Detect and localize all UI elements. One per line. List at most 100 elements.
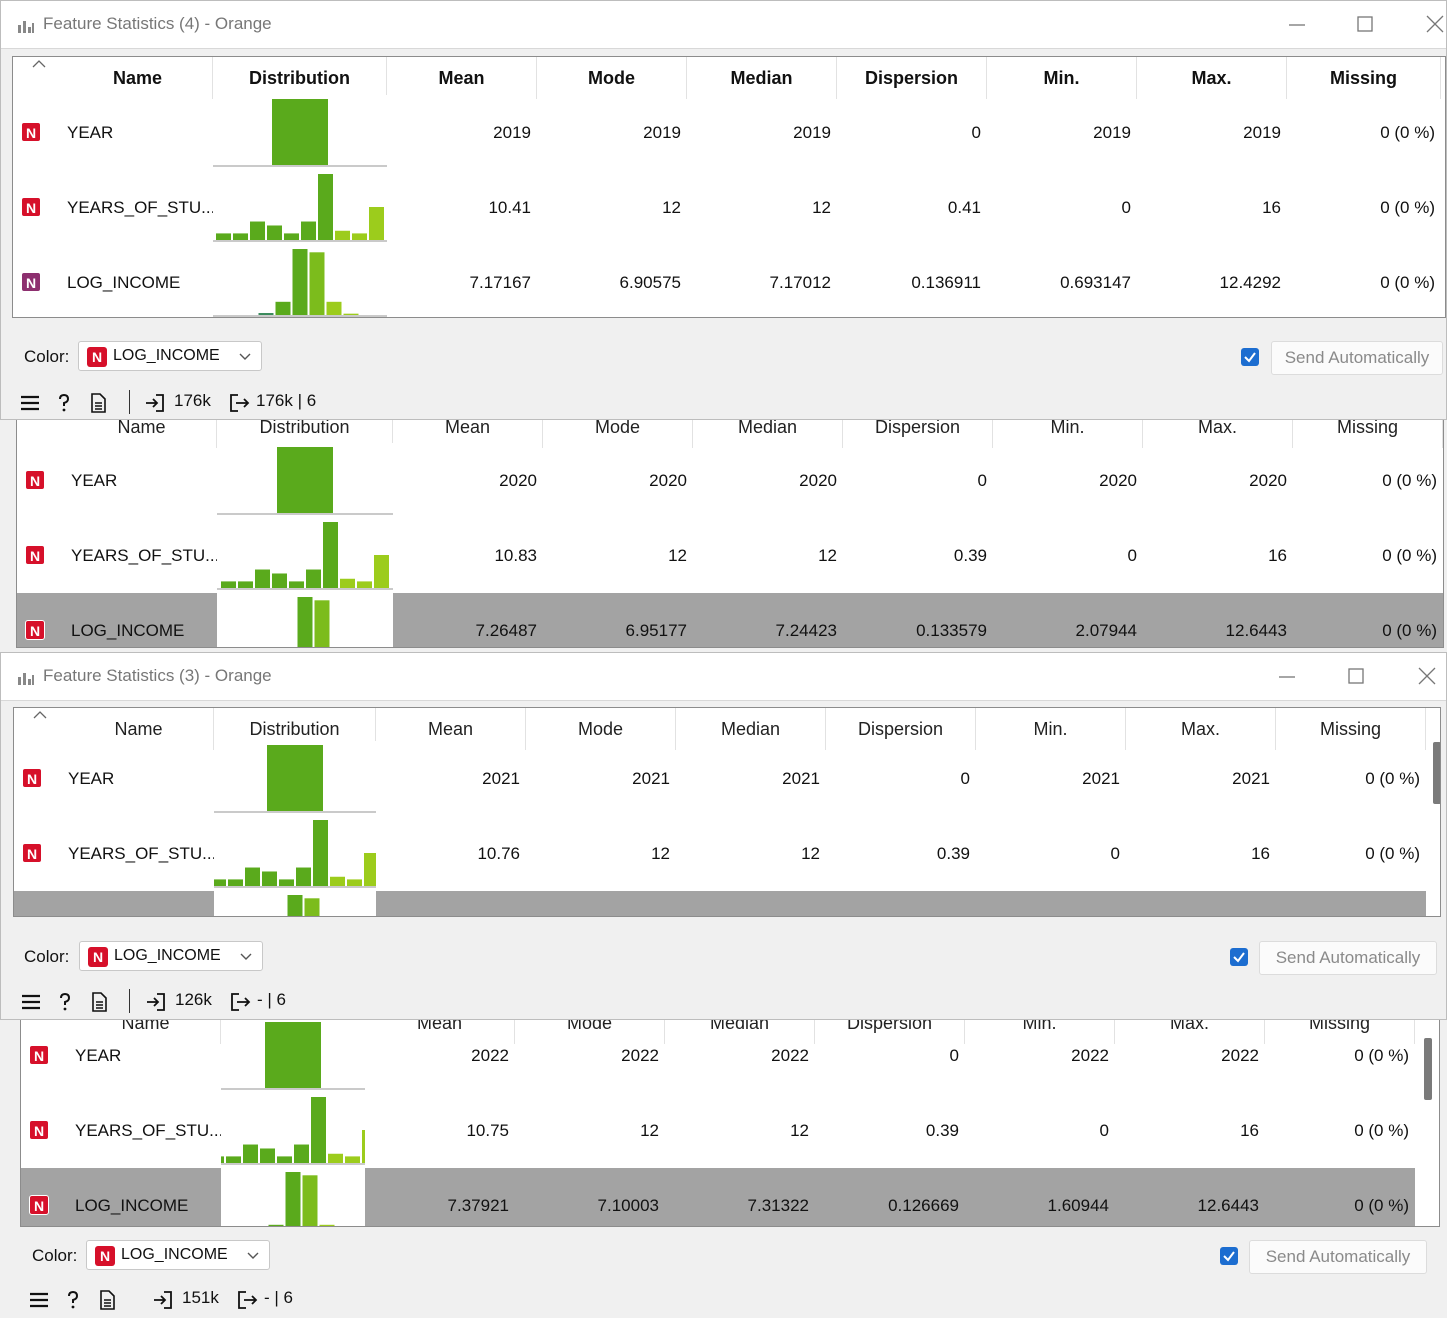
mean-value: 7.17167 — [469, 272, 531, 292]
report-icon[interactable] — [96, 1289, 118, 1311]
report-icon[interactable] — [88, 991, 110, 1013]
send-automatically-button[interactable]: Send Automatically — [1249, 1240, 1427, 1274]
feature-statistics-window-2022: NameDistributionMeanModeMedianDispersion… — [0, 1010, 1447, 1318]
missing-value: 0 (0 %) — [1382, 620, 1437, 640]
mode-value: 7.00307 — [526, 891, 676, 916]
hamburger-menu-icon[interactable] — [20, 991, 42, 1013]
histogram-bar — [292, 249, 308, 315]
help-icon[interactable] — [53, 392, 75, 414]
max-value: 2019 — [1243, 122, 1281, 142]
max-value: 16 — [1268, 545, 1287, 565]
color-combo[interactable]: N LOG_INCOME — [79, 941, 263, 971]
hamburger-menu-icon[interactable] — [19, 392, 41, 414]
histogram-bar — [265, 1022, 321, 1088]
status-bar: 126k - | 6 — [1, 985, 1446, 1019]
column-header-min[interactable]: Min. — [987, 57, 1137, 99]
histogram-bar — [328, 1153, 343, 1163]
median-value: 12 — [790, 1120, 809, 1140]
color-label: Color: — [24, 347, 70, 366]
column-header-missing[interactable]: Missing — [1287, 57, 1441, 99]
median-value: 2019 — [793, 122, 831, 142]
histogram-bar — [302, 1175, 318, 1226]
status-separator — [129, 390, 130, 414]
variable-name: YEARS_OF_STU... — [68, 843, 217, 863]
output-summary: - | 6 — [264, 1288, 293, 1307]
table-row[interactable]: N YEARS_OF_STU... 10.83 12 12 0.39 0 16 0 (0 %) — [17, 518, 1443, 593]
table-row[interactable]: N LOG_INCOME 7.26487 6.95177 7.24423 0.133579… — [17, 593, 1443, 647]
numeric-variable-icon: N — [88, 947, 108, 967]
column-header-name[interactable]: Name — [63, 57, 213, 99]
max-value: 16 — [1240, 1120, 1259, 1140]
max-value: 12.6443 — [1197, 1195, 1259, 1215]
dispersion-value: 0 — [977, 470, 987, 490]
variable-name: LOG_INCOME — [67, 272, 181, 292]
histogram-bar — [314, 600, 330, 647]
histogram-bar — [296, 867, 311, 886]
close-icon[interactable] — [1417, 9, 1447, 41]
table-row[interactable]: N LOG_INCOME 7.37921 7.10003 7.31322 0.126669… — [21, 1168, 1415, 1226]
table-scrollbar[interactable] — [1433, 742, 1440, 804]
minimize-icon[interactable] — [1279, 9, 1315, 41]
histogram-bar — [352, 233, 367, 240]
send-automatically-checkbox[interactable] — [1220, 1247, 1238, 1265]
mean-value: 2021 — [482, 768, 520, 788]
column-header-distribution[interactable]: Distribution — [213, 57, 387, 99]
median-value: 12 — [818, 545, 837, 565]
histogram-bar — [347, 879, 362, 886]
table-scrollbar[interactable] — [1424, 1038, 1432, 1100]
table-row[interactable]: NLOG_INCOME7.263647.003077.244230.129312… — [14, 891, 1426, 916]
column-header-median[interactable]: Median — [687, 57, 837, 99]
histogram-bar — [319, 1224, 335, 1226]
status-separator — [129, 989, 130, 1013]
distribution-histogram — [213, 245, 387, 317]
mode-value: 2022 — [621, 1045, 659, 1065]
table-row[interactable]: N LOG_INCOME 7.17167 6.90575 7.17012 0.136911… — [13, 245, 1441, 317]
maximize-icon[interactable] — [1338, 661, 1374, 693]
column-header-mode[interactable]: Mode — [537, 57, 687, 99]
send-automatically-checkbox[interactable] — [1230, 948, 1248, 966]
help-icon[interactable] — [62, 1289, 84, 1311]
table-row[interactable]: N YEAR 2019 2019 2019 0 2019 2019 0 (0 %) — [13, 95, 1441, 170]
distribution-histogram — [221, 1018, 365, 1093]
column-header-dispersion[interactable]: Dispersion — [837, 57, 987, 99]
mode-value: 6.95177 — [625, 620, 687, 640]
histogram-bar — [245, 867, 260, 886]
min-value: 1.60944 — [1047, 1195, 1109, 1215]
send-automatically-checkbox[interactable] — [1241, 348, 1259, 366]
histogram-bar — [221, 581, 236, 588]
control-area: Color: N LOG_INCOME Send Automatically — [1, 341, 1446, 381]
send-automatically-button[interactable]: Send Automatically — [1259, 941, 1437, 975]
distribution-histogram — [213, 170, 387, 245]
histogram-bar — [243, 1144, 258, 1163]
hamburger-menu-icon[interactable] — [28, 1289, 50, 1311]
output-arrow-icon — [238, 1291, 258, 1309]
numeric-variable-icon: N — [21, 197, 41, 217]
control-area: Color: N LOG_INCOME Send Automatically — [1, 941, 1446, 981]
column-header-max[interactable]: Max. — [1137, 57, 1287, 99]
table-row[interactable]: N YEARS_OF_STU... 10.76 12 12 0.39 0 16 0 (0 %) — [14, 816, 1426, 891]
send-automatically-button[interactable]: Send Automatically — [1271, 341, 1443, 375]
table-row[interactable]: N YEARS_OF_STU... 10.75 12 12 0.39 0 16 0 (0 %) — [21, 1093, 1415, 1168]
min-value: 0.693147 — [1060, 272, 1131, 292]
max-value: 2020 — [1249, 470, 1287, 490]
minimize-icon[interactable] — [1269, 661, 1305, 693]
table-row[interactable]: N YEAR 2020 2020 2020 0 2020 2020 0 (0 %) — [17, 443, 1443, 518]
maximize-icon[interactable] — [1347, 9, 1383, 41]
median-value: 7.24423 — [676, 891, 826, 916]
color-combo[interactable]: N LOG_INCOME — [86, 1240, 270, 1270]
color-combo[interactable]: N LOG_INCOME — [78, 341, 262, 371]
mode-value: 2021 — [632, 768, 670, 788]
output-summary: - | 6 — [257, 990, 286, 1009]
help-icon[interactable] — [54, 991, 76, 1013]
close-icon[interactable] — [1409, 661, 1445, 693]
table-row[interactable]: N YEARS_OF_STU... 10.41 12 12 0.41 0 16 0 (0 %) — [13, 170, 1441, 245]
table-row[interactable]: N YEAR 2021 2021 2021 0 2021 2021 0 (0 %) — [14, 741, 1426, 816]
mode-value: 7.10003 — [597, 1195, 659, 1215]
table-row[interactable]: N YEAR 2022 2022 2022 0 2022 2022 0 (0 %) — [21, 1018, 1415, 1093]
column-header-mean[interactable]: Mean — [387, 57, 537, 99]
histogram-bar — [226, 1156, 241, 1163]
mode-value: 2020 — [649, 470, 687, 490]
median-value: 2022 — [771, 1045, 809, 1065]
report-icon[interactable] — [87, 392, 109, 414]
histogram-bar — [221, 1156, 224, 1163]
